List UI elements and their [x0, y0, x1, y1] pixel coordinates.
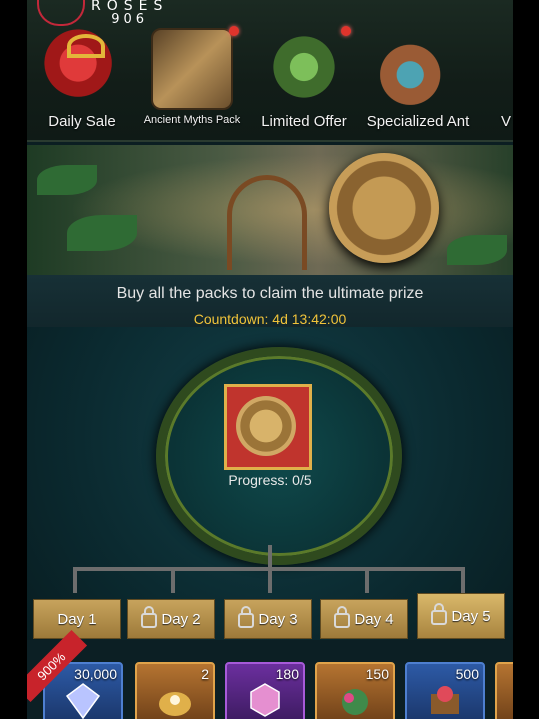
lock-icon	[431, 602, 448, 625]
game-screen: Daily Sale Ancient Myths Pack Limited Of…	[27, 0, 513, 719]
medusa-coin-icon	[236, 396, 296, 456]
lock-icon	[334, 605, 351, 628]
tab-daily-sale[interactable]: Daily Sale	[27, 22, 137, 134]
plant-icon	[342, 689, 368, 715]
connector-line	[73, 567, 77, 593]
tab-label: Daily Sale	[48, 113, 116, 130]
item-shell[interactable]: 2	[135, 662, 215, 719]
day-label: Day 5	[451, 607, 491, 625]
leaf-decoration	[447, 235, 507, 265]
day-tab-3[interactable]: Day 3	[224, 599, 312, 639]
leaf-decoration	[67, 215, 137, 251]
lock-icon	[141, 605, 158, 628]
notification-dot	[341, 26, 351, 36]
tab-label: Limited Offer	[261, 113, 347, 130]
tab-label: Ancient Myths Pack	[143, 114, 241, 126]
diamond-icon	[65, 683, 101, 719]
watermark: ROSES 906	[37, 0, 168, 26]
lyre-icon	[227, 175, 307, 270]
ant-icon	[379, 28, 457, 106]
leaf-decoration	[37, 165, 97, 195]
item-plant[interactable]: 150	[315, 662, 395, 719]
connector-line	[268, 567, 272, 593]
item-gem[interactable]: 180	[225, 662, 305, 719]
countdown-timer: Countdown: 4d 13:42:00	[193, 311, 347, 327]
prize-progress: Progress: 0/5	[228, 472, 312, 488]
plant-icon	[265, 28, 343, 106]
connector-line	[365, 567, 369, 593]
tab-limited-offer[interactable]: Limited Offer	[249, 22, 359, 134]
tab-partial[interactable]: V	[487, 22, 513, 134]
watermark-line2: 906	[111, 12, 149, 27]
shell-icon	[159, 692, 191, 716]
chest-icon	[431, 686, 459, 714]
day-label: Day 3	[258, 610, 298, 628]
day-label: Day 1	[57, 610, 97, 628]
pack-banner	[27, 145, 513, 275]
day-label: Day 4	[354, 610, 394, 628]
day-tab-4[interactable]: Day 4	[320, 599, 408, 639]
item-partial[interactable]	[495, 662, 513, 719]
connector-line	[171, 567, 175, 593]
event-info: Buy all the packs to claim the ultimate …	[27, 275, 513, 327]
lyre-icon	[151, 28, 233, 110]
gem-icon	[250, 683, 280, 717]
tab-specialized-ant[interactable]: Specialized Ant	[363, 22, 473, 134]
gift-icon	[43, 28, 121, 106]
day-tab-5[interactable]: Day 5	[417, 593, 505, 639]
ultimate-prize-section: Progress: 0/5 Day 1 Day 2 Day 3 Day 4 Da…	[27, 327, 513, 640]
day-tab-2[interactable]: Day 2	[127, 599, 215, 639]
lock-icon	[238, 605, 255, 628]
watermark-logo-icon	[37, 0, 85, 26]
day-tab-1[interactable]: Day 1	[33, 599, 121, 639]
notification-dot	[229, 26, 239, 36]
item-chest[interactable]: 500	[405, 662, 485, 719]
tab-label: V	[501, 113, 512, 130]
day-label: Day 2	[161, 610, 201, 628]
tab-label: Specialized Ant	[366, 113, 470, 130]
pack-items: 30,000 2 180 150 500	[27, 640, 513, 719]
event-headline: Buy all the packs to claim the ultimate …	[116, 285, 424, 302]
ultimate-prize-slot[interactable]	[224, 384, 312, 470]
tab-ancient-myths-pack[interactable]: Ancient Myths Pack	[137, 22, 247, 134]
medusa-medallion-icon	[329, 153, 439, 263]
connector-line	[268, 545, 272, 569]
item-count: 2	[201, 666, 209, 682]
connector-line	[461, 567, 465, 593]
